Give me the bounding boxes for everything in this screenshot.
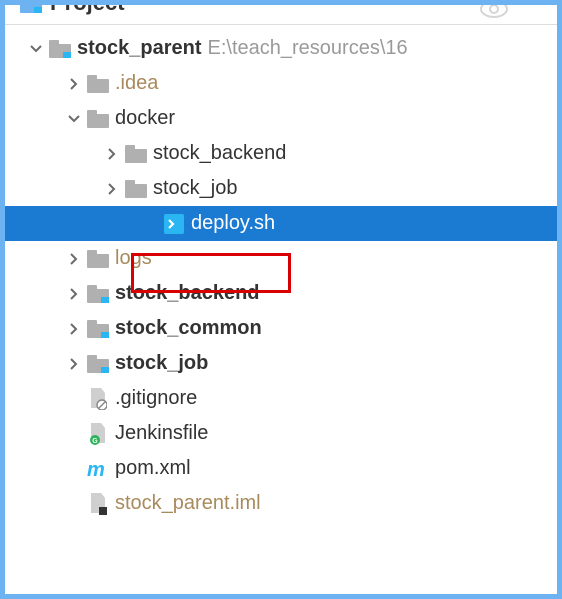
tree-row[interactable]: .idea: [5, 66, 557, 101]
gitignore-file-icon: [87, 388, 109, 410]
tree-label: stock_parent: [77, 37, 202, 60]
tree-label: stock_job: [115, 352, 208, 375]
tree-label: deploy.sh: [191, 212, 275, 235]
chevron-right-icon[interactable]: [61, 288, 87, 300]
tree-row[interactable]: stock_parent.iml: [5, 486, 557, 521]
tree-row[interactable]: stock_job: [5, 346, 557, 381]
chevron-right-icon[interactable]: [61, 358, 87, 370]
chevron-right-icon[interactable]: [61, 78, 87, 90]
chevron-down-icon[interactable]: [23, 43, 49, 55]
tree-label: logs: [115, 247, 152, 270]
chevron-right-icon[interactable]: [61, 323, 87, 335]
tree-row[interactable]: stock_backend: [5, 276, 557, 311]
tree-label: .gitignore: [115, 387, 197, 410]
chevron-right-icon[interactable]: [99, 183, 125, 195]
module-folder-icon: [87, 283, 109, 305]
tree-label: docker: [115, 107, 175, 130]
folder-icon: [87, 73, 109, 95]
tree-label: pom.xml: [115, 457, 191, 480]
svg-text:m: m: [87, 459, 105, 480]
shell-file-icon: [163, 213, 185, 235]
tree-row[interactable]: docker: [5, 101, 557, 136]
svg-text:G: G: [92, 438, 98, 445]
tree-label: stock_parent.iml: [115, 492, 261, 515]
tree-label: .idea: [115, 72, 158, 95]
tree-row[interactable]: G Jenkinsfile: [5, 416, 557, 451]
tree-row[interactable]: .gitignore: [5, 381, 557, 416]
tree-row[interactable]: stock_backend: [5, 136, 557, 171]
chevron-down-icon[interactable]: [61, 113, 87, 125]
tree-row[interactable]: stock_common: [5, 311, 557, 346]
tree-label: stock_common: [115, 317, 262, 340]
tree-row[interactable]: m pom.xml: [5, 451, 557, 486]
module-folder-icon: [87, 318, 109, 340]
project-icon: [20, 5, 42, 13]
iml-file-icon: [87, 493, 109, 515]
tree-row-selected[interactable]: deploy.sh: [5, 206, 557, 241]
tree-label: stock_backend: [153, 142, 286, 165]
panel-header: Project: [5, 5, 557, 25]
tree-label: Jenkinsfile: [115, 422, 208, 445]
tree-label: stock_job: [153, 177, 238, 200]
tree-path-hint: E:\teach_resources\16: [208, 37, 408, 60]
project-tree[interactable]: stock_parent E:\teach_resources\16 .idea…: [5, 25, 557, 521]
folder-icon: [87, 248, 109, 270]
folder-icon: [125, 178, 147, 200]
folder-icon: [125, 143, 147, 165]
chevron-right-icon[interactable]: [61, 253, 87, 265]
chevron-right-icon[interactable]: [99, 148, 125, 160]
module-folder-icon: [49, 38, 71, 60]
jenkins-file-icon: G: [87, 423, 109, 445]
maven-file-icon: m: [87, 458, 109, 480]
visibility-icon: [480, 5, 502, 22]
tree-row-root[interactable]: stock_parent E:\teach_resources\16: [5, 31, 557, 66]
module-folder-icon: [87, 353, 109, 375]
tree-row[interactable]: stock_job: [5, 171, 557, 206]
tree-row[interactable]: logs: [5, 241, 557, 276]
tree-label: stock_backend: [115, 282, 260, 305]
folder-icon: [87, 108, 109, 130]
panel-title-fragment: Project: [50, 5, 125, 16]
